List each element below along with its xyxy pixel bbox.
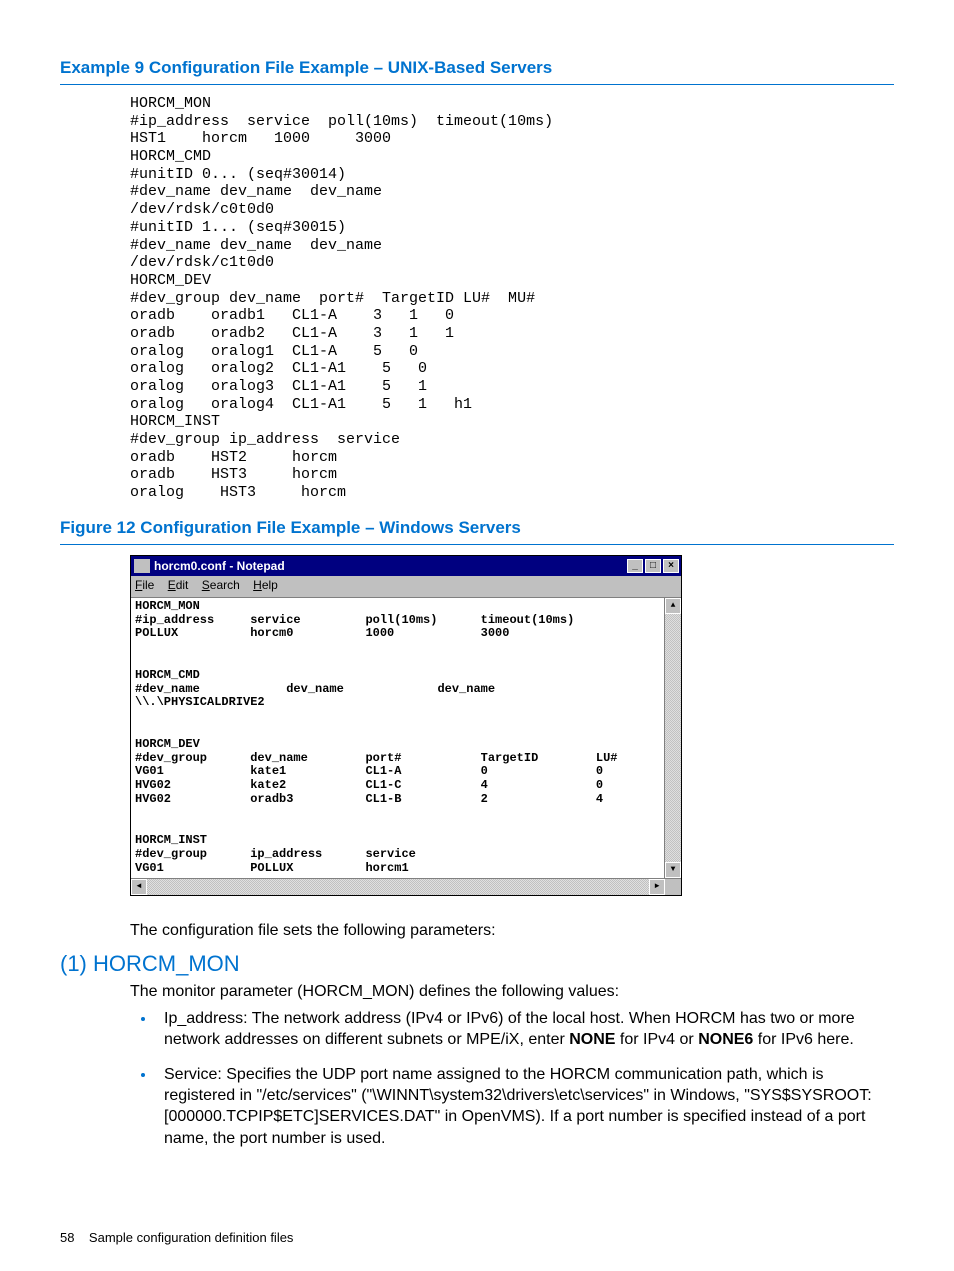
maximize-icon[interactable]: □ bbox=[645, 559, 661, 573]
menu-file[interactable]: File bbox=[135, 578, 154, 592]
scroll-up-icon[interactable]: ▲ bbox=[665, 598, 681, 614]
vertical-scrollbar[interactable]: ▲ ▼ bbox=[664, 598, 681, 878]
scroll-track[interactable] bbox=[147, 879, 649, 895]
rule bbox=[60, 84, 894, 85]
scroll-right-icon[interactable]: ► bbox=[649, 879, 665, 895]
scroll-down-icon[interactable]: ▼ bbox=[665, 862, 681, 878]
scroll-corner bbox=[665, 879, 681, 895]
minimize-icon[interactable]: _ bbox=[627, 559, 643, 573]
section-heading: (1) HORCM_MON bbox=[60, 951, 894, 977]
notepad-menubar: File Edit Search Help bbox=[131, 576, 681, 598]
intro-paragraph: The configuration file sets the followin… bbox=[130, 920, 894, 941]
list-item: Ip_address: The network address (IPv4 or… bbox=[156, 1008, 894, 1050]
menu-search[interactable]: Search bbox=[202, 578, 240, 592]
notepad-title-text: horcm0.conf - Notepad bbox=[154, 559, 285, 573]
notepad-icon bbox=[134, 559, 150, 573]
menu-help[interactable]: Help bbox=[253, 578, 278, 592]
footer-text: Sample configuration definition files bbox=[89, 1230, 294, 1245]
bullet-text: for IPv4 or bbox=[615, 1031, 698, 1048]
bullet-text: Service: Specifies the UDP port name ass… bbox=[164, 1066, 872, 1146]
notepad-titlebar: horcm0.conf - Notepad _ □ × bbox=[131, 556, 681, 576]
close-icon[interactable]: × bbox=[663, 559, 679, 573]
bullet-text: for IPv6 here. bbox=[753, 1031, 854, 1048]
notepad-text-area[interactable]: HORCM_MON #ip_address service poll(10ms)… bbox=[131, 598, 664, 878]
bold-text: NONE6 bbox=[698, 1031, 753, 1048]
list-item: Service: Specifies the UDP port name ass… bbox=[156, 1064, 894, 1148]
page-number: 58 bbox=[60, 1230, 74, 1245]
horizontal-scrollbar[interactable]: ◄ ► bbox=[131, 878, 681, 895]
bullet-list: Ip_address: The network address (IPv4 or… bbox=[130, 1008, 894, 1149]
scroll-left-icon[interactable]: ◄ bbox=[131, 879, 147, 895]
rule bbox=[60, 544, 894, 545]
example-9-title: Example 9 Configuration File Example – U… bbox=[60, 58, 894, 78]
bold-text: NONE bbox=[569, 1031, 615, 1048]
section-lead: The monitor parameter (HORCM_MON) define… bbox=[130, 981, 894, 1002]
page-footer: 58 Sample configuration definition files bbox=[60, 1230, 293, 1245]
menu-edit[interactable]: Edit bbox=[168, 578, 189, 592]
example-9-code: HORCM_MON #ip_address service poll(10ms)… bbox=[130, 95, 894, 502]
figure-12-title: Figure 12 Configuration File Example – W… bbox=[60, 518, 894, 538]
scroll-track[interactable] bbox=[665, 614, 681, 862]
notepad-window: horcm0.conf - Notepad _ □ × File Edit Se… bbox=[130, 555, 682, 896]
